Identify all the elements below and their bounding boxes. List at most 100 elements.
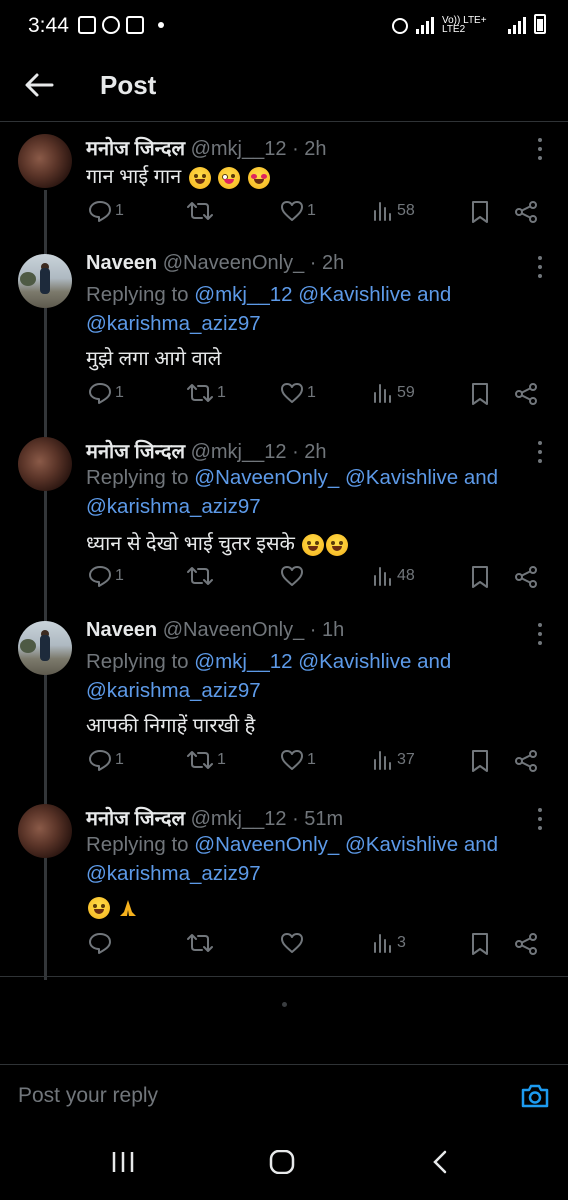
post-item[interactable]: मनोज जिन्दल @mkj__12 · 2h Replying to @N… — [0, 425, 568, 615]
share-button[interactable] — [514, 382, 538, 406]
more-options-icon[interactable] — [534, 808, 546, 830]
avatar[interactable] — [18, 134, 72, 188]
others-link[interactable]: and — [464, 833, 498, 856]
repost-button[interactable]: 1 — [186, 382, 226, 404]
mention-link[interactable]: @Kavishlive — [298, 283, 411, 306]
back-icon[interactable] — [430, 1150, 450, 1179]
others-link[interactable]: and — [417, 283, 451, 306]
share-button[interactable] — [514, 749, 538, 773]
reply-count: 1 — [115, 202, 124, 219]
share-icon — [514, 200, 538, 224]
camera-icon[interactable] — [520, 1083, 550, 1114]
reply-button[interactable]: 1 — [88, 382, 124, 404]
bookmark-button[interactable] — [470, 749, 490, 773]
recent-apps-icon[interactable] — [110, 1150, 136, 1179]
mention-link[interactable]: @NaveenOnly_ — [194, 466, 339, 489]
more-options-icon[interactable] — [534, 256, 546, 278]
like-button[interactable]: 1 — [280, 749, 316, 771]
reply-button[interactable]: 1 — [88, 200, 124, 222]
replying-to: Replying to @mkj__12 @Kavishlive and @ka… — [86, 280, 546, 338]
author-name[interactable]: Naveen — [86, 619, 157, 641]
avatar[interactable] — [18, 621, 72, 675]
reply-count: 1 — [115, 751, 124, 768]
view-count: 58 — [397, 202, 415, 219]
post-time: · 2h — [292, 138, 327, 160]
like-button[interactable]: 1 — [280, 200, 316, 222]
network-label: Vo)) LTE+ LTE2 — [442, 15, 487, 35]
views-icon — [372, 749, 394, 771]
reply-button[interactable] — [88, 932, 115, 954]
others-link[interactable]: and — [464, 466, 498, 489]
mention-link[interactable]: @mkj__12 — [194, 650, 292, 673]
share-button[interactable] — [514, 932, 538, 956]
mention-link[interactable]: @mkj__12 — [194, 283, 292, 306]
author-handle[interactable]: @mkj__12 — [191, 138, 287, 160]
views-button[interactable]: 3 — [372, 932, 406, 954]
avatar[interactable] — [18, 254, 72, 308]
share-button[interactable] — [514, 565, 538, 589]
mention-link[interactable]: @Kavishlive — [345, 466, 458, 489]
back-arrow-icon[interactable] — [22, 70, 56, 100]
replying-prefix: Replying to — [86, 283, 189, 306]
reply-input[interactable] — [18, 1077, 498, 1115]
repost-count: 1 — [217, 384, 226, 401]
repost-button[interactable] — [186, 932, 217, 954]
author-handle[interactable]: @NaveenOnly_ — [163, 619, 304, 641]
repost-icon — [186, 382, 214, 404]
views-button[interactable]: 37 — [372, 749, 415, 771]
others-link[interactable]: and — [417, 650, 451, 673]
views-button[interactable]: 59 — [372, 382, 415, 404]
author-name[interactable]: Naveen — [86, 252, 157, 274]
avatar[interactable] — [18, 804, 72, 858]
author-handle[interactable]: @NaveenOnly_ — [163, 252, 304, 274]
like-button[interactable] — [280, 565, 307, 587]
like-button[interactable]: 1 — [280, 382, 316, 404]
views-button[interactable]: 58 — [372, 200, 415, 222]
mention-link[interactable]: @karishma_aziz97 — [86, 495, 261, 518]
vpn-icon — [392, 18, 408, 34]
page-title: Post — [100, 70, 157, 100]
author-handle[interactable]: @mkj__12 — [191, 441, 287, 463]
repost-button[interactable] — [186, 200, 217, 222]
more-options-icon[interactable] — [534, 623, 546, 645]
avatar[interactable] — [18, 437, 72, 491]
zany-emoji-icon — [218, 166, 241, 189]
home-icon[interactable] — [269, 1149, 295, 1179]
reply-button[interactable]: 1 — [88, 749, 124, 771]
like-icon — [280, 565, 304, 587]
bookmark-button[interactable] — [470, 932, 490, 956]
mention-link[interactable]: @Kavishlive — [345, 833, 458, 856]
author-name[interactable]: मनोज जिन्दल — [86, 808, 185, 830]
bookmark-button[interactable] — [470, 200, 490, 224]
reply-button[interactable]: 1 — [88, 565, 124, 587]
views-button[interactable]: 48 — [372, 565, 415, 587]
post-item[interactable]: Naveen @NaveenOnly_ · 1h Replying to @mk… — [0, 609, 568, 799]
post-item[interactable]: Naveen @NaveenOnly_ · 2h Replying to @mk… — [0, 242, 568, 432]
post-time: · 1h — [309, 619, 345, 641]
author-name[interactable]: मनोज जिन्दल — [86, 138, 185, 160]
share-button[interactable] — [514, 200, 538, 224]
mention-link[interactable]: @karishma_aziz97 — [86, 862, 261, 885]
author-handle[interactable]: @mkj__12 — [191, 808, 287, 830]
post-item[interactable]: मनोज जिन्दल @mkj__12 · 51m Replying to @… — [0, 792, 568, 977]
like-count: 1 — [307, 202, 316, 219]
more-notifications-icon — [158, 22, 164, 28]
more-options-icon[interactable] — [534, 441, 546, 463]
view-count: 48 — [397, 567, 415, 584]
mention-link[interactable]: @karishma_aziz97 — [86, 679, 261, 702]
mention-link[interactable]: @Kavishlive — [298, 650, 411, 673]
bookmark-button[interactable] — [470, 565, 490, 589]
more-options-icon[interactable] — [534, 138, 546, 160]
mention-link[interactable]: @NaveenOnly_ — [194, 833, 339, 856]
signal2-icon — [508, 16, 526, 34]
status-right: Vo)) LTE+ LTE2 — [392, 14, 546, 35]
repost-button[interactable] — [186, 565, 217, 587]
bookmark-button[interactable] — [470, 382, 490, 406]
repost-button[interactable]: 1 — [186, 749, 226, 771]
post-item[interactable]: मनोज जिन्दल @mkj__12 · 2h गान भाई गान 11… — [0, 122, 568, 242]
notification-icons — [78, 16, 164, 34]
like-button[interactable] — [280, 932, 307, 954]
mention-link[interactable]: @karishma_aziz97 — [86, 312, 261, 335]
top-header: Post — [0, 56, 568, 122]
author-name[interactable]: मनोज जिन्दल — [86, 441, 185, 463]
